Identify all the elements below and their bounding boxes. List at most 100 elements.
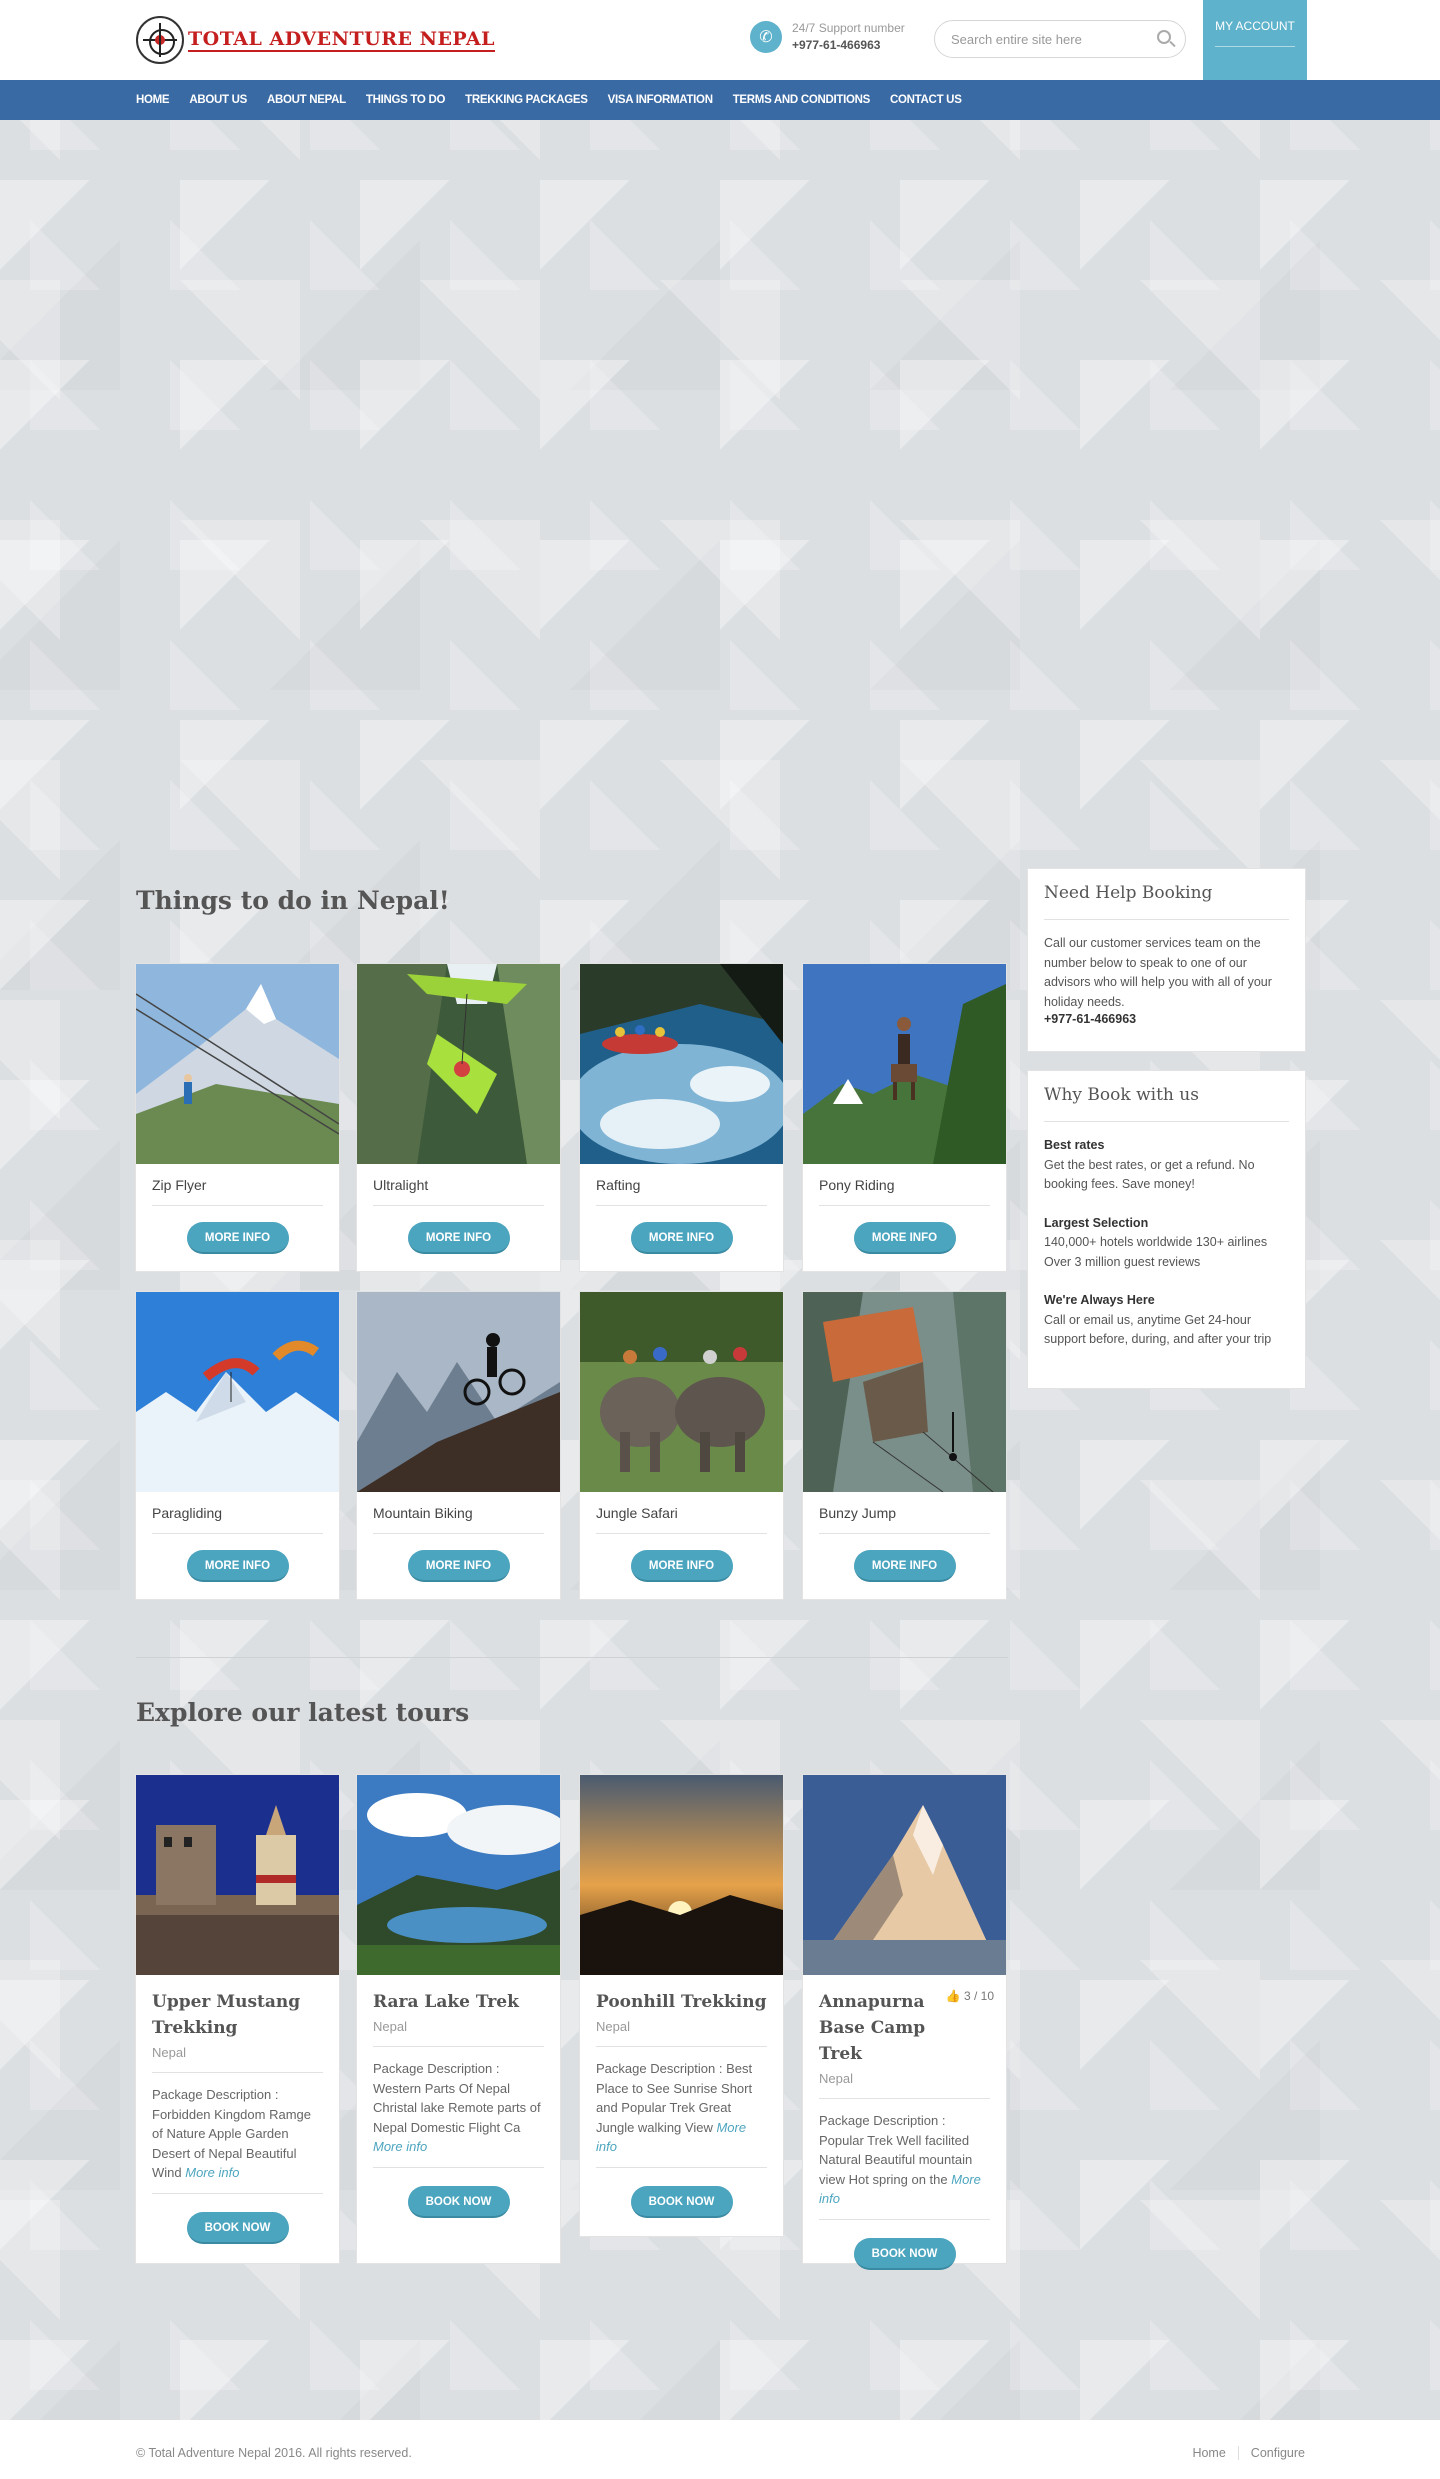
nav-item-about-nepal[interactable]: ABOUT NEPAL	[267, 94, 346, 106]
activity-image-bunzy-jump[interactable]	[803, 1292, 1006, 1492]
activity-name: Rafting	[596, 1177, 767, 1206]
things-section-title: Things to do in Nepal!	[136, 886, 450, 915]
activity-card[interactable]: Mountain Biking MORE INFO	[357, 1292, 560, 1599]
more-info-link[interactable]: More info	[373, 2139, 427, 2154]
help-text: Call our customer services team on the n…	[1044, 936, 1272, 1009]
tour-image-poonhill[interactable]	[580, 1775, 783, 1975]
more-info-button[interactable]: MORE INFO	[407, 1550, 510, 1582]
nav-item-terms[interactable]: TERMS AND CONDITIONS	[733, 94, 871, 106]
why-book-widget: Why Book with us Best rates Get the best…	[1028, 1071, 1305, 1388]
nav-item-contact-us[interactable]: CONTACT US	[890, 94, 962, 106]
why-item: Best rates Get the best rates, or get a …	[1044, 1136, 1289, 1195]
tour-desc-text: Package Description : Popular Trek Well …	[819, 2113, 973, 2187]
activity-card[interactable]: Zip Flyer MORE INFO	[136, 964, 339, 1271]
search-icon[interactable]	[1157, 30, 1171, 44]
activity-image-paragliding[interactable]	[136, 1292, 339, 1492]
more-info-link[interactable]: More info	[185, 2165, 239, 2180]
nav-item-things-to-do[interactable]: THINGS TO DO	[366, 94, 446, 106]
widget-title: Need Help Booking	[1044, 883, 1289, 920]
tour-desc-text: Package Description : Western Parts Of N…	[373, 2061, 541, 2135]
why-item-heading: Largest Selection	[1044, 1215, 1149, 1230]
tour-description: Package Description : Popular Trek Well …	[819, 2111, 990, 2220]
tour-image-annapurna[interactable]	[803, 1775, 1006, 1975]
nav-item-visa-information[interactable]: VISA INFORMATION	[608, 94, 713, 106]
activity-image-mountain-biking[interactable]	[357, 1292, 560, 1492]
activity-name: Zip Flyer	[152, 1177, 323, 1206]
book-now-button[interactable]: BOOK NOW	[186, 2211, 289, 2244]
tour-rating: 👍 3 / 10	[946, 1989, 994, 2003]
tours-section-title: Explore our latest tours	[136, 1698, 470, 1727]
activity-card[interactable]: Pony Riding MORE INFO	[803, 964, 1006, 1271]
footer-links: Home Configure	[1180, 2446, 1305, 2460]
tour-title[interactable]: Upper Mustang Trekking	[152, 1989, 323, 2041]
site-footer: © Total Adventure Nepal 2016. All rights…	[0, 2420, 1440, 2479]
ribbon-divider	[1215, 46, 1295, 47]
tour-title[interactable]: Annapurna Base Camp Trek	[819, 1989, 926, 2067]
activity-name: Mountain Biking	[373, 1505, 544, 1534]
why-item-heading: We're Always Here	[1044, 1293, 1155, 1307]
more-info-button[interactable]: MORE INFO	[407, 1222, 510, 1254]
tour-title[interactable]: Poonhill Trekking	[596, 1989, 767, 2015]
phone-icon: ✆	[750, 21, 782, 53]
help-booking-widget: Need Help Booking Call our customer serv…	[1028, 869, 1305, 1051]
rating-value: 3 / 10	[963, 1989, 994, 2003]
activity-name: Pony Riding	[819, 1177, 990, 1206]
activity-image-rafting[interactable]	[580, 964, 783, 1164]
book-now-button[interactable]: BOOK NOW	[630, 2185, 733, 2218]
tour-location: Nepal	[373, 2019, 544, 2047]
why-item-heading: Best rates	[1044, 1138, 1105, 1152]
activity-card[interactable]: Ultralight MORE INFO	[357, 964, 560, 1271]
activity-card[interactable]: Bunzy Jump MORE INFO	[803, 1292, 1006, 1599]
footer-link-home[interactable]: Home	[1180, 2446, 1237, 2460]
activity-image-ultralight[interactable]	[357, 964, 560, 1164]
tour-card[interactable]: Upper Mustang Trekking Nepal Package Des…	[136, 1775, 339, 2263]
book-now-button[interactable]: BOOK NOW	[853, 2237, 956, 2270]
footer-link-configure[interactable]: Configure	[1237, 2446, 1305, 2460]
tour-card[interactable]: Rara Lake Trek Nepal Package Description…	[357, 1775, 560, 2263]
support-phone: +977-61-466963	[792, 38, 881, 52]
activity-name: Bunzy Jump	[819, 1505, 990, 1534]
tour-card[interactable]: Poonhill Trekking Nepal Package Descript…	[580, 1775, 783, 2236]
why-item-text: 140,000+ hotels worldwide 130+ airlines …	[1044, 1235, 1268, 1269]
activity-card[interactable]: Jungle Safari MORE INFO	[580, 1292, 783, 1599]
tour-title[interactable]: Rara Lake Trek	[373, 1989, 544, 2015]
widget-title: Why Book with us	[1044, 1085, 1289, 1122]
activity-name: Jungle Safari	[596, 1505, 767, 1534]
activity-name: Paragliding	[152, 1505, 323, 1534]
tour-location: Nepal	[152, 2045, 323, 2073]
nav-item-about-us[interactable]: ABOUT US	[189, 94, 247, 106]
activity-image-jungle-safari[interactable]	[580, 1292, 783, 1492]
activity-image-zip-flyer[interactable]	[136, 964, 339, 1164]
thumbs-up-icon: 👍	[945, 1989, 961, 2003]
why-item-text: Get the best rates, or get a refund. No …	[1044, 1157, 1255, 1192]
support-label: 24/7 Support number	[792, 21, 905, 35]
activity-image-pony-riding[interactable]	[803, 964, 1006, 1164]
more-info-button[interactable]: MORE INFO	[630, 1550, 733, 1582]
help-phone: +977-61-466963	[1044, 1012, 1137, 1026]
site-logo[interactable]: TOTAL ADVENTURE NEPAL	[136, 14, 495, 66]
activity-card[interactable]: Rafting MORE INFO	[580, 964, 783, 1271]
more-info-button[interactable]: MORE INFO	[186, 1222, 289, 1254]
tour-card[interactable]: Annapurna Base Camp Trek 👍 3 / 10 Nepal …	[803, 1775, 1006, 2270]
nav-item-trekking-packages[interactable]: TREKKING PACKAGES	[465, 94, 588, 106]
why-item: Largest Selection 140,000+ hotels worldw…	[1044, 1214, 1289, 1273]
search-box	[934, 20, 1186, 58]
more-info-button[interactable]: MORE INFO	[630, 1222, 733, 1254]
tour-image-rara-lake[interactable]	[357, 1775, 560, 1975]
site-header: TOTAL ADVENTURE NEPAL ✆ 24/7 Support num…	[0, 0, 1440, 108]
more-info-button[interactable]: MORE INFO	[853, 1222, 956, 1254]
tour-location: Nepal	[596, 2019, 767, 2047]
my-account-label: MY ACCOUNT	[1215, 19, 1295, 33]
activity-card[interactable]: Paragliding MORE INFO	[136, 1292, 339, 1599]
book-now-button[interactable]: BOOK NOW	[407, 2185, 510, 2218]
nav-item-home[interactable]: HOME	[136, 94, 170, 106]
section-divider	[136, 1657, 1008, 1658]
tour-image-upper-mustang[interactable]	[136, 1775, 339, 1975]
tour-location: Nepal	[819, 2071, 990, 2099]
why-item: We're Always Here Call or email us, anyt…	[1044, 1291, 1289, 1350]
search-input[interactable]	[951, 21, 1151, 57]
more-info-button[interactable]: MORE INFO	[853, 1550, 956, 1582]
tour-description: Package Description : Western Parts Of N…	[373, 2059, 544, 2168]
more-info-button[interactable]: MORE INFO	[186, 1550, 289, 1582]
logo-text: TOTAL ADVENTURE NEPAL	[188, 28, 495, 52]
